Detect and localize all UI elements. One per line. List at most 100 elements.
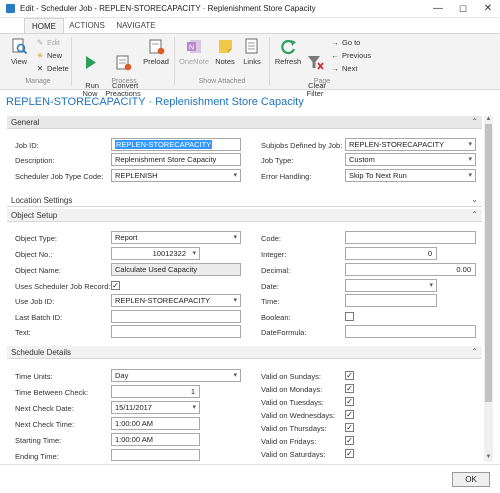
last-batch-label: Last Batch ID: — [15, 313, 63, 322]
view-button[interactable]: View — [6, 38, 32, 66]
scroll-up-arrow-icon[interactable]: ▲ — [484, 116, 493, 124]
new-button[interactable]: ✳ New — [36, 51, 62, 60]
text-label: Text: — [15, 328, 31, 337]
type-code-value: REPLENISH — [115, 171, 158, 180]
valid-mondays-checkbox[interactable]: ✓ — [345, 384, 354, 393]
onenote-icon: N — [186, 40, 201, 53]
integer-field[interactable]: 0 — [345, 247, 437, 260]
starting-time-label: Starting Time: — [15, 436, 62, 445]
chevron-down-icon: ⌄ — [471, 195, 478, 204]
delete-button[interactable]: ✕ Delete — [36, 64, 69, 73]
chevron-down-icon: ▾ — [192, 250, 196, 257]
onenote-button[interactable]: N OneNote — [176, 38, 212, 66]
tab-actions[interactable]: ACTIONS — [66, 18, 108, 34]
convert-icon — [116, 55, 131, 71]
use-job-id-label: Use Job ID: — [15, 297, 55, 306]
svg-text:N: N — [189, 45, 194, 52]
next-check-date-field[interactable]: 15/11/2017 ▾ — [111, 401, 200, 414]
refresh-icon — [280, 39, 296, 55]
section-schedule-details[interactable]: Schedule Details ⌃ — [7, 346, 482, 359]
text-field[interactable] — [111, 325, 241, 338]
dateformula-field[interactable] — [345, 325, 476, 338]
chevron-down-icon: ▾ — [468, 172, 472, 179]
previous-button[interactable]: ← Previous — [331, 51, 371, 60]
group-page: Page — [313, 78, 331, 85]
decimal-field[interactable]: 0.00 — [345, 263, 476, 276]
convert-preactions-button[interactable]: Convert Preactions — [104, 38, 142, 98]
valid-thursdays-checkbox[interactable]: ✓ — [345, 423, 354, 432]
valid-fridays-checkbox[interactable]: ✓ — [345, 436, 354, 445]
valid-wednesdays-checkbox[interactable]: ✓ — [345, 410, 354, 419]
view-icon — [12, 38, 27, 55]
section-object-title: Object Setup — [11, 211, 58, 220]
valid-saturdays-checkbox[interactable]: ✓ — [345, 449, 354, 458]
error-handling-value: Skip To Next Run — [349, 171, 407, 180]
ribbon-separator — [269, 37, 270, 85]
object-name-label: Object Name: — [15, 266, 61, 275]
object-type-value: Report — [115, 233, 138, 242]
next-check-time-field[interactable]: 1:00:00 AM — [111, 417, 200, 430]
time-between-field[interactable]: 1 — [111, 385, 200, 398]
group-process: Process — [111, 78, 137, 85]
links-button[interactable]: Links — [239, 38, 265, 66]
use-job-id-value: REPLEN-STORECAPACITY — [115, 296, 211, 305]
group-manage: Manage — [25, 78, 51, 85]
section-schedule-title: Schedule Details — [11, 348, 72, 357]
new-icon: ✳ — [36, 51, 44, 60]
notes-button[interactable]: Notes — [212, 38, 238, 66]
run-now-button[interactable]: Run Now — [76, 38, 104, 98]
group-show-attached: Show Attached — [198, 78, 246, 85]
clear-filter-button[interactable]: Clear Filter — [302, 38, 328, 98]
ok-button[interactable]: OK — [452, 472, 490, 487]
object-type-label: Object Type: — [15, 234, 57, 243]
tab-home[interactable]: HOME — [24, 18, 64, 34]
scroll-down-arrow-icon[interactable]: ▼ — [484, 454, 493, 462]
code-field[interactable] — [345, 231, 476, 244]
starting-time-field[interactable]: 1:00:00 AM — [111, 433, 200, 446]
job-type-select[interactable]: Custom ▾ — [345, 153, 476, 166]
type-code-field[interactable]: REPLENISH ▾ — [111, 169, 241, 182]
preload-label: Preload — [143, 57, 169, 66]
valid-sundays-checkbox[interactable]: ✓ — [345, 371, 354, 380]
ending-time-field[interactable] — [111, 449, 200, 461]
delete-icon: ✕ — [36, 64, 44, 73]
scrollbar-thumb[interactable] — [485, 124, 492, 402]
section-general-title: General — [11, 118, 40, 127]
job-id-label: Job ID: — [15, 141, 39, 150]
maximize-button[interactable]: ☐ — [451, 0, 475, 18]
new-label: New — [47, 51, 63, 60]
section-location-settings[interactable]: Location Settings ⌄ — [7, 194, 482, 207]
description-field[interactable]: Replenishment Store Capacity — [111, 153, 241, 166]
object-no-field[interactable]: 10012322 ▾ — [111, 247, 200, 260]
minimize-button[interactable]: — — [426, 0, 450, 18]
date-field[interactable]: ▾ — [345, 279, 437, 292]
dateformula-label: DateFormula: — [261, 328, 307, 337]
valid-saturdays-label: Valid on Saturdays: — [261, 450, 326, 459]
close-button[interactable]: ✕ — [476, 0, 500, 18]
valid-tuesdays-checkbox[interactable]: ✓ — [345, 397, 354, 406]
object-type-select[interactable]: Report ▾ — [111, 231, 241, 244]
subjobs-label: Subjobs Defined by Job: — [261, 141, 343, 150]
time-units-select[interactable]: Day ▾ — [111, 369, 241, 382]
preload-button[interactable]: Preload — [142, 38, 170, 66]
tab-navigate[interactable]: NAVIGATE — [110, 18, 162, 34]
last-batch-field[interactable] — [111, 310, 241, 323]
subjobs-field[interactable]: REPLEN-STORECAPACITY ▾ — [345, 138, 476, 151]
code-label: Code: — [261, 234, 282, 243]
section-object-setup[interactable]: Object Setup ⌃ — [7, 209, 482, 222]
section-general[interactable]: General ⌃ — [7, 116, 482, 129]
chevron-down-icon: ▾ — [233, 172, 237, 179]
links-label: Links — [243, 57, 261, 66]
job-type-label: Job Type: — [261, 156, 294, 165]
use-job-id-field[interactable]: REPLEN-STORECAPACITY ▾ — [111, 294, 241, 307]
uses-record-checkbox[interactable]: ✓ — [111, 281, 120, 290]
goto-button[interactable]: → Go to — [331, 38, 360, 47]
boolean-checkbox[interactable] — [345, 312, 354, 321]
error-handling-select[interactable]: Skip To Next Run ▾ — [345, 169, 476, 182]
arrow-right-icon: → — [331, 64, 339, 73]
next-button[interactable]: → Next — [331, 64, 357, 73]
time-field[interactable] — [345, 294, 437, 307]
job-id-field[interactable]: REPLEN-STORECAPACITY — [111, 138, 241, 151]
refresh-button[interactable]: Refresh — [273, 38, 303, 66]
edit-button[interactable]: ✎ Edit — [36, 38, 60, 47]
